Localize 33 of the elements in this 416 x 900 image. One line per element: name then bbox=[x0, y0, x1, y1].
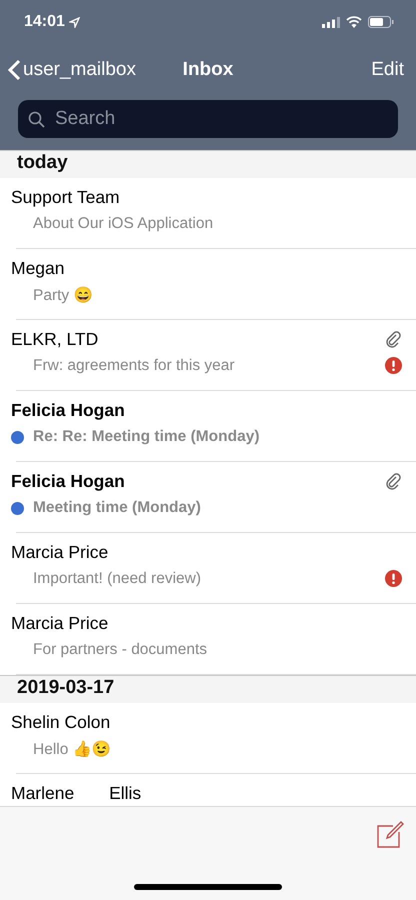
message-subject: Important! (need review) bbox=[33, 570, 201, 588]
edit-button[interactable]: Edit bbox=[371, 59, 404, 81]
wifi-icon bbox=[346, 16, 362, 28]
sender-name: Marcia Price bbox=[11, 612, 108, 634]
chevron-left-icon bbox=[8, 59, 21, 81]
message-subject: About Our iOS Application bbox=[33, 215, 214, 233]
message-subject: For partners - documents bbox=[33, 641, 208, 659]
sender-name: Felicia Hogan bbox=[11, 470, 125, 492]
sender-name: Marcia Price bbox=[11, 542, 108, 562]
signal-icon bbox=[322, 16, 340, 28]
sender-name: Marlene Ellis bbox=[11, 782, 142, 804]
sender-name: Megan bbox=[11, 258, 65, 278]
section-header: 2019-03-17 bbox=[17, 677, 114, 699]
message-subject: Party 😄 bbox=[33, 286, 92, 304]
search-icon bbox=[28, 110, 45, 128]
sender-name: Support Team bbox=[11, 186, 120, 208]
message-subject: Frw: agreements for this year bbox=[33, 357, 235, 375]
unread-dot bbox=[11, 430, 24, 444]
status-time: 14:01 bbox=[24, 13, 65, 31]
sender-name: ELKR, LTD bbox=[11, 328, 98, 350]
message-subject: Hello 👍😉 bbox=[33, 740, 111, 758]
nav-title: Inbox bbox=[182, 59, 234, 81]
back-button[interactable]: user_mailbox bbox=[8, 59, 136, 81]
unread-dot bbox=[11, 502, 24, 514]
search-field[interactable]: Search bbox=[18, 100, 398, 138]
sender-name: Shelin Colon bbox=[11, 712, 110, 732]
battery-icon bbox=[368, 16, 394, 28]
search-input[interactable]: Search bbox=[53, 107, 388, 131]
section-header: today bbox=[17, 152, 68, 174]
message-subject: Meeting time (Monday) bbox=[33, 499, 201, 517]
location-arrow-icon bbox=[68, 16, 80, 28]
message-subject: Re: Re: Meeting time (Monday) bbox=[33, 428, 260, 446]
sender-name: Felicia Hogan bbox=[11, 400, 125, 420]
